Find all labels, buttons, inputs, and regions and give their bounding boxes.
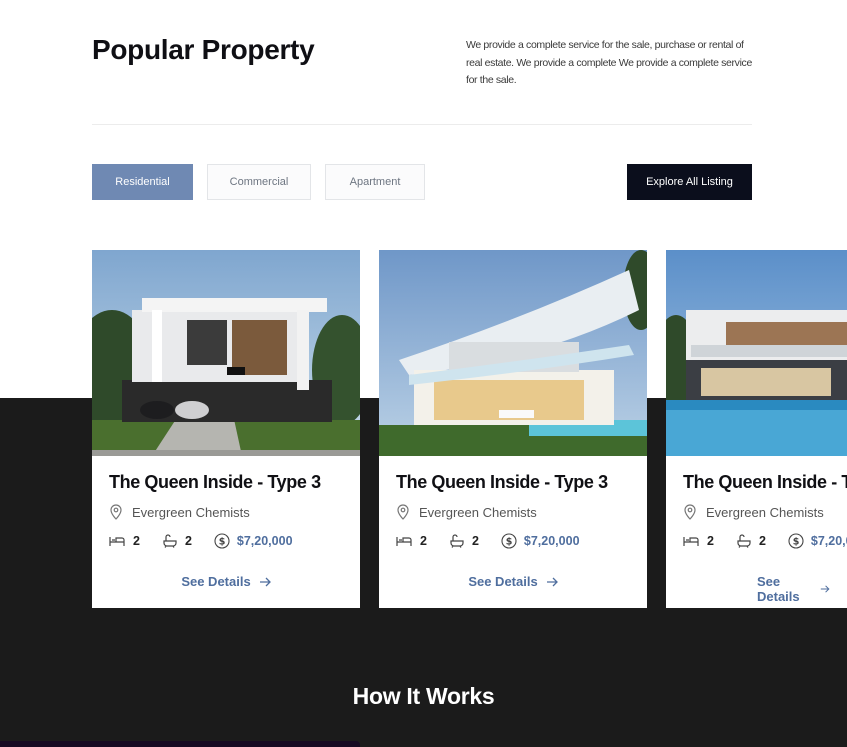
property-card[interactable]: The Queen Inside - Type 3 Evergreen Chem… — [92, 250, 360, 608]
location-pin-icon — [684, 504, 696, 520]
beds-count: 2 — [420, 534, 427, 548]
baths-count: 2 — [758, 534, 766, 548]
bathtub-icon — [450, 534, 464, 548]
property-specs: 2 2 $ $7,20,000 — [396, 533, 630, 549]
property-location: Evergreen Chemists — [683, 504, 830, 520]
property-location: Evergreen Chemists — [396, 504, 630, 520]
property-image — [379, 250, 647, 456]
property-price: $7,20,000 — [810, 534, 847, 548]
property-specs: 2 2 $ $7,20,000 — [109, 533, 343, 549]
svg-text:$: $ — [219, 537, 226, 548]
bathtub-icon — [737, 534, 751, 548]
property-title[interactable]: The Queen Inside - Type 3 — [683, 472, 847, 493]
beds-count: 2 — [707, 534, 714, 548]
location-pin-icon — [397, 504, 409, 520]
tab-commercial[interactable]: Commercial — [207, 164, 311, 200]
dollar-icon: $ — [214, 533, 230, 549]
bed-icon — [109, 537, 125, 546]
location-text: Evergreen Chemists — [419, 504, 537, 520]
arrow-right-icon — [546, 577, 558, 586]
explore-all-listing-button[interactable]: Explore All Listing — [627, 164, 752, 200]
section-title: Popular Property — [92, 34, 315, 65]
svg-text:$: $ — [506, 537, 513, 548]
beds-count: 2 — [133, 534, 140, 548]
dollar-icon: $ — [788, 533, 804, 549]
tab-apartment[interactable]: Apartment — [325, 164, 425, 200]
property-image — [92, 250, 360, 456]
location-text: Evergreen Chemists — [132, 504, 250, 520]
see-details-label: See Details — [181, 574, 251, 589]
location-pin-icon — [110, 504, 122, 520]
bed-icon — [396, 537, 412, 546]
property-image — [666, 250, 847, 456]
property-price: $7,20,000 — [236, 534, 293, 548]
svg-text:$: $ — [793, 537, 800, 548]
tab-residential[interactable]: Residential — [92, 164, 193, 200]
see-details-link[interactable]: See Details — [683, 574, 830, 604]
property-price: $7,20,000 — [523, 534, 580, 548]
baths-count: 2 — [471, 534, 479, 548]
baths-count: 2 — [184, 534, 192, 548]
see-details-link[interactable]: See Details — [396, 574, 630, 589]
see-details-label: See Details — [757, 574, 800, 604]
property-card[interactable]: The Queen Inside - Type 3 Evergreen Chem… — [666, 250, 847, 608]
bed-icon — [683, 537, 699, 546]
section-description: We provide a complete service for the sa… — [466, 39, 752, 86]
property-location: Evergreen Chemists — [109, 504, 343, 520]
location-text: Evergreen Chemists — [706, 504, 824, 520]
see-details-link[interactable]: See Details — [109, 574, 343, 589]
section-divider — [92, 124, 752, 125]
bathtub-icon — [163, 534, 177, 548]
property-card[interactable]: The Queen Inside - Type 3 Evergreen Chem… — [379, 250, 647, 608]
property-title[interactable]: The Queen Inside - Type 3 — [109, 472, 343, 493]
property-specs: 2 2 $ $7,20,000 — [683, 533, 847, 549]
next-section-strip — [0, 741, 360, 747]
arrow-right-icon — [821, 585, 830, 593]
arrow-right-icon — [259, 577, 271, 586]
dollar-icon: $ — [501, 533, 517, 549]
how-it-works-heading: How It Works — [352, 683, 495, 709]
see-details-label: See Details — [468, 574, 538, 589]
property-title[interactable]: The Queen Inside - Type 3 — [396, 472, 630, 493]
